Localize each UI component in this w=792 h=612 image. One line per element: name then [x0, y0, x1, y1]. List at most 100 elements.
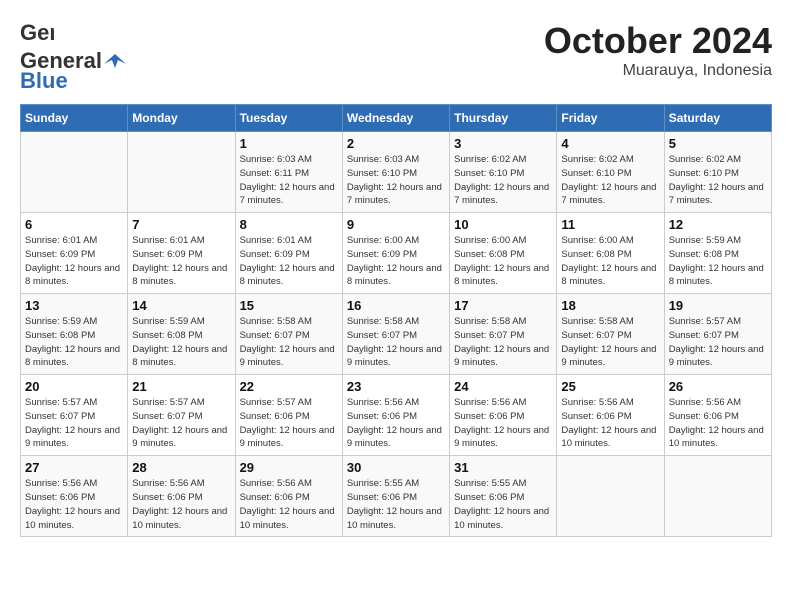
- calendar-cell: 9 Sunrise: 6:00 AM Sunset: 6:09 PM Daylig…: [342, 213, 449, 294]
- calendar-cell: 27 Sunrise: 5:56 AM Sunset: 6:06 PM Dayli…: [21, 456, 128, 537]
- day-number: 9: [347, 217, 445, 232]
- day-number: 26: [669, 379, 767, 394]
- day-number: 18: [561, 298, 659, 313]
- day-number: 8: [240, 217, 338, 232]
- calendar-cell: 13 Sunrise: 5:59 AM Sunset: 6:08 PM Dayli…: [21, 294, 128, 375]
- day-info: Sunrise: 6:01 AM Sunset: 6:09 PM Dayligh…: [132, 234, 230, 289]
- calendar-cell: 31Sunrise: 5:55 AM Sunset: 6:06 PM Dayli…: [450, 456, 557, 537]
- calendar-cell: [21, 132, 128, 213]
- day-info: Sunrise: 5:58 AM Sunset: 6:07 PM Dayligh…: [240, 315, 338, 370]
- day-number: 7: [132, 217, 230, 232]
- weekday-header-wednesday: Wednesday: [342, 105, 449, 132]
- day-info: Sunrise: 5:58 AM Sunset: 6:07 PM Dayligh…: [561, 315, 659, 370]
- calendar-cell: 26 Sunrise: 5:56 AM Sunset: 6:06 PM Dayli…: [664, 375, 771, 456]
- week-row-4: 20Sunrise: 5:57 AM Sunset: 6:07 PM Dayli…: [21, 375, 772, 456]
- day-info: Sunrise: 5:59 AM Sunset: 6:08 PM Dayligh…: [669, 234, 767, 289]
- calendar-cell: 1 Sunrise: 6:03 AM Sunset: 6:11 PM Daylig…: [235, 132, 342, 213]
- calendar-cell: 3Sunrise: 6:02 AM Sunset: 6:10 PM Daylig…: [450, 132, 557, 213]
- week-row-5: 27 Sunrise: 5:56 AM Sunset: 6:06 PM Dayli…: [21, 456, 772, 537]
- day-number: 1: [240, 136, 338, 151]
- day-info: Sunrise: 6:01 AM Sunset: 6:09 PM Dayligh…: [25, 234, 123, 289]
- weekday-header-thursday: Thursday: [450, 105, 557, 132]
- week-row-1: 1 Sunrise: 6:03 AM Sunset: 6:11 PM Daylig…: [21, 132, 772, 213]
- day-info: Sunrise: 5:56 AM Sunset: 6:06 PM Dayligh…: [132, 477, 230, 532]
- day-info: Sunrise: 5:57 AM Sunset: 6:07 PM Dayligh…: [132, 396, 230, 451]
- calendar-cell: 29 Sunrise: 5:56 AM Sunset: 6:06 PM Dayli…: [235, 456, 342, 537]
- calendar-cell: 25 Sunrise: 5:56 AM Sunset: 6:06 PM Dayli…: [557, 375, 664, 456]
- day-info: Sunrise: 5:57 AM Sunset: 6:07 PM Dayligh…: [669, 315, 767, 370]
- day-info: Sunrise: 5:57 AM Sunset: 6:06 PM Dayligh…: [240, 396, 338, 451]
- day-info: Sunrise: 6:00 AM Sunset: 6:08 PM Dayligh…: [561, 234, 659, 289]
- location: Muarauya, Indonesia: [544, 62, 772, 80]
- calendar-cell: 17 Sunrise: 5:58 AM Sunset: 6:07 PM Dayli…: [450, 294, 557, 375]
- day-info: Sunrise: 5:59 AM Sunset: 6:08 PM Dayligh…: [25, 315, 123, 370]
- week-row-2: 6 Sunrise: 6:01 AM Sunset: 6:09 PM Daylig…: [21, 213, 772, 294]
- day-number: 29: [240, 460, 338, 475]
- calendar-cell: 24Sunrise: 5:56 AM Sunset: 6:06 PM Dayli…: [450, 375, 557, 456]
- calendar-cell: 7 Sunrise: 6:01 AM Sunset: 6:09 PM Daylig…: [128, 213, 235, 294]
- day-info: Sunrise: 5:57 AM Sunset: 6:07 PM Dayligh…: [25, 396, 123, 451]
- day-number: 15: [240, 298, 338, 313]
- calendar-cell: 18 Sunrise: 5:58 AM Sunset: 6:07 PM Dayli…: [557, 294, 664, 375]
- day-info: Sunrise: 5:56 AM Sunset: 6:06 PM Dayligh…: [240, 477, 338, 532]
- calendar-cell: 20Sunrise: 5:57 AM Sunset: 6:07 PM Dayli…: [21, 375, 128, 456]
- calendar-cell: 23 Sunrise: 5:56 AM Sunset: 6:06 PM Dayli…: [342, 375, 449, 456]
- day-info: Sunrise: 5:59 AM Sunset: 6:08 PM Dayligh…: [132, 315, 230, 370]
- day-info: Sunrise: 6:00 AM Sunset: 6:09 PM Dayligh…: [347, 234, 445, 289]
- title-block: October 2024 Muarauya, Indonesia: [544, 20, 772, 80]
- day-number: 12: [669, 217, 767, 232]
- weekday-header-tuesday: Tuesday: [235, 105, 342, 132]
- weekday-header-monday: Monday: [128, 105, 235, 132]
- day-number: 28: [132, 460, 230, 475]
- day-number: 19: [669, 298, 767, 313]
- logo-blue: Blue: [20, 68, 68, 94]
- day-number: 6: [25, 217, 123, 232]
- weekday-header-row: SundayMondayTuesdayWednesdayThursdayFrid…: [21, 105, 772, 132]
- day-number: 17: [454, 298, 552, 313]
- day-info: Sunrise: 5:56 AM Sunset: 6:06 PM Dayligh…: [669, 396, 767, 451]
- day-info: Sunrise: 5:56 AM Sunset: 6:06 PM Dayligh…: [561, 396, 659, 451]
- day-info: Sunrise: 6:01 AM Sunset: 6:09 PM Dayligh…: [240, 234, 338, 289]
- week-row-3: 13 Sunrise: 5:59 AM Sunset: 6:08 PM Dayli…: [21, 294, 772, 375]
- weekday-header-friday: Friday: [557, 105, 664, 132]
- day-number: 21: [132, 379, 230, 394]
- calendar-cell: [557, 456, 664, 537]
- calendar-cell: 30 Sunrise: 5:55 AM Sunset: 6:06 PM Dayli…: [342, 456, 449, 537]
- day-number: 25: [561, 379, 659, 394]
- calendar-cell: 4Sunrise: 6:02 AM Sunset: 6:10 PM Daylig…: [557, 132, 664, 213]
- day-info: Sunrise: 6:03 AM Sunset: 6:11 PM Dayligh…: [240, 153, 338, 208]
- day-number: 10: [454, 217, 552, 232]
- day-number: 2: [347, 136, 445, 151]
- day-number: 5: [669, 136, 767, 151]
- logo-bird-icon: [104, 50, 126, 72]
- day-info: Sunrise: 5:56 AM Sunset: 6:06 PM Dayligh…: [454, 396, 552, 451]
- day-number: 13: [25, 298, 123, 313]
- day-number: 27: [25, 460, 123, 475]
- day-info: Sunrise: 5:55 AM Sunset: 6:06 PM Dayligh…: [347, 477, 445, 532]
- month-title: October 2024: [544, 20, 772, 62]
- calendar-cell: 5 Sunrise: 6:02 AM Sunset: 6:10 PM Daylig…: [664, 132, 771, 213]
- logo: General General Blue: [20, 20, 126, 94]
- weekday-header-sunday: Sunday: [21, 105, 128, 132]
- calendar-cell: 21 Sunrise: 5:57 AM Sunset: 6:07 PM Dayli…: [128, 375, 235, 456]
- weekday-header-saturday: Saturday: [664, 105, 771, 132]
- day-info: Sunrise: 5:56 AM Sunset: 6:06 PM Dayligh…: [347, 396, 445, 451]
- day-info: Sunrise: 6:02 AM Sunset: 6:10 PM Dayligh…: [669, 153, 767, 208]
- calendar-cell: 16Sunrise: 5:58 AM Sunset: 6:07 PM Dayli…: [342, 294, 449, 375]
- day-info: Sunrise: 5:58 AM Sunset: 6:07 PM Dayligh…: [454, 315, 552, 370]
- calendar-cell: [664, 456, 771, 537]
- calendar-cell: 28 Sunrise: 5:56 AM Sunset: 6:06 PM Dayli…: [128, 456, 235, 537]
- svg-text:General: General: [20, 20, 54, 45]
- day-number: 23: [347, 379, 445, 394]
- day-number: 22: [240, 379, 338, 394]
- logo-icon: General: [20, 20, 54, 48]
- day-info: Sunrise: 6:03 AM Sunset: 6:10 PM Dayligh…: [347, 153, 445, 208]
- calendar-cell: 14Sunrise: 5:59 AM Sunset: 6:08 PM Dayli…: [128, 294, 235, 375]
- day-info: Sunrise: 6:00 AM Sunset: 6:08 PM Dayligh…: [454, 234, 552, 289]
- calendar-cell: 2 Sunrise: 6:03 AM Sunset: 6:10 PM Daylig…: [342, 132, 449, 213]
- calendar-cell: 22 Sunrise: 5:57 AM Sunset: 6:06 PM Dayli…: [235, 375, 342, 456]
- day-number: 4: [561, 136, 659, 151]
- day-info: Sunrise: 5:56 AM Sunset: 6:06 PM Dayligh…: [25, 477, 123, 532]
- day-number: 16: [347, 298, 445, 313]
- day-number: 30: [347, 460, 445, 475]
